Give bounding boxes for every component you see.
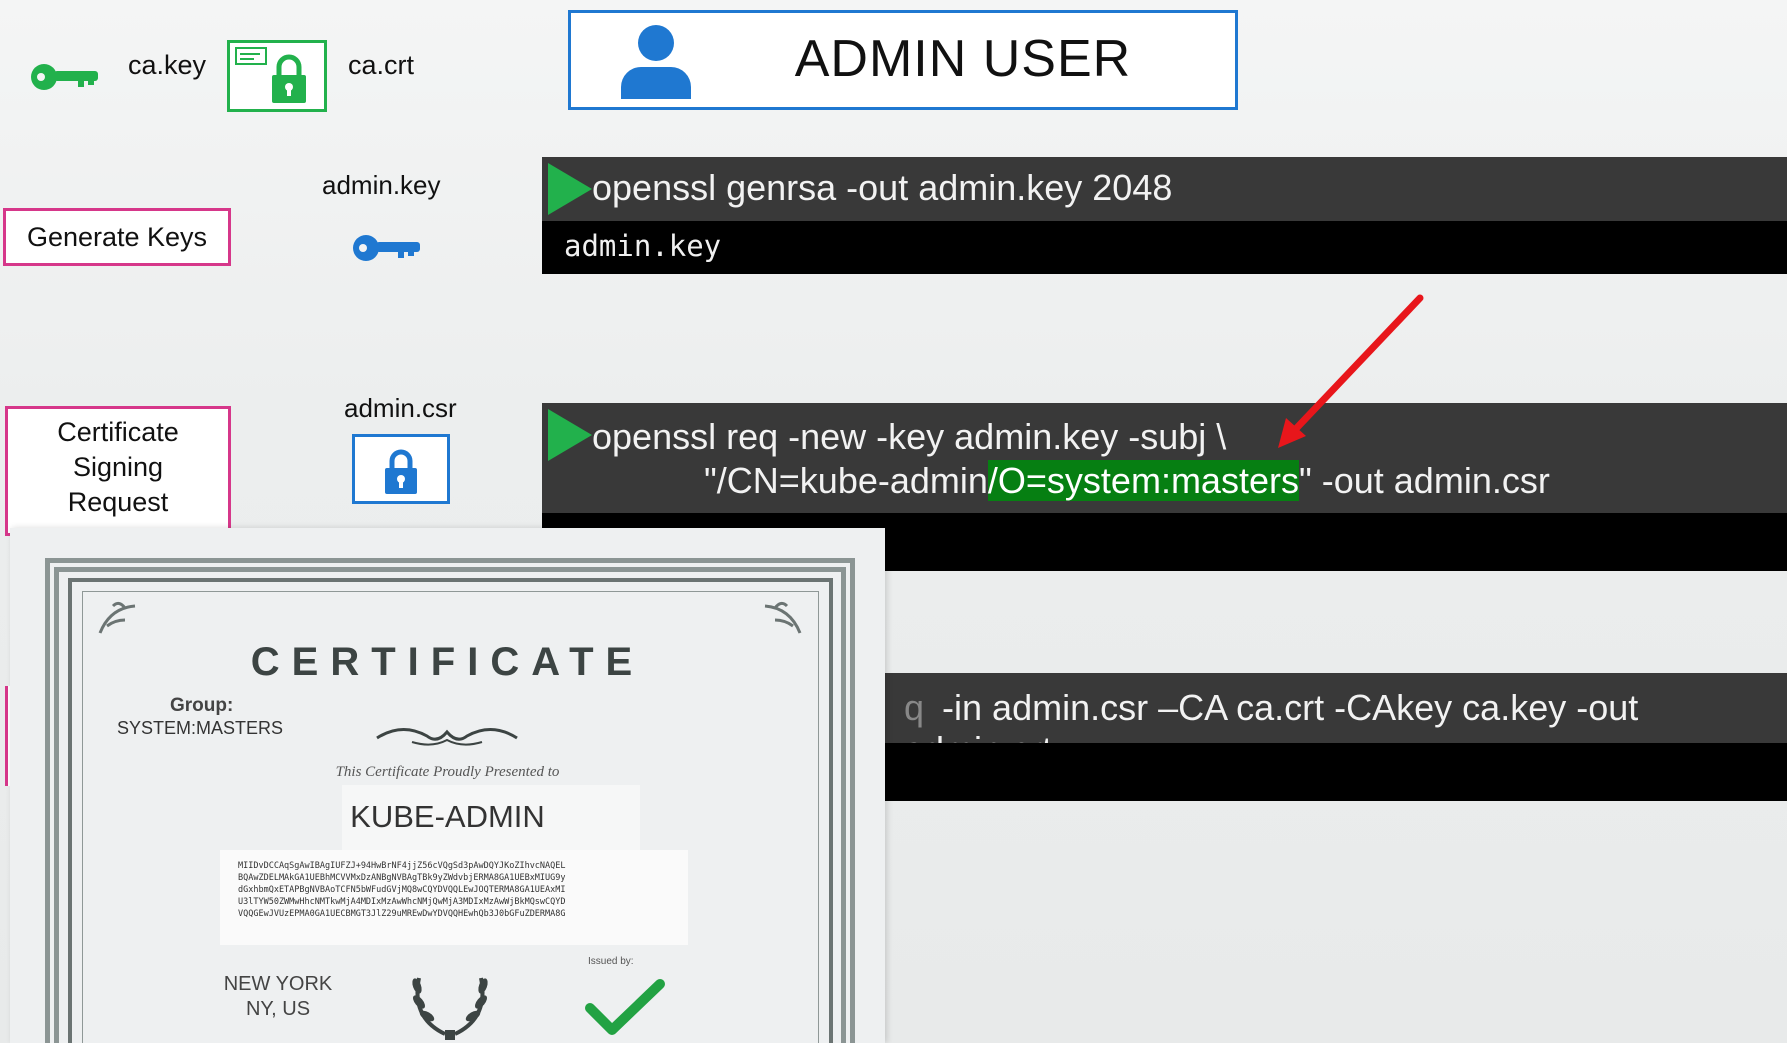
certificate-signing-request-label: Certificate Signing Request: [5, 406, 231, 536]
terminal2-command-bar: openssl req -new -key admin.key -subj \ …: [542, 403, 1787, 513]
ornament-icon: [764, 601, 802, 634]
certificate-title: CERTIFICATE: [250, 640, 645, 684]
admin-user-header: ADMIN USER: [568, 10, 1238, 110]
certificate-code-line: VQQGEwJVUzEPMA0GA1UECBMGT3JlZ29uMREwDwYD…: [238, 909, 566, 919]
terminal1-output: admin.key: [542, 221, 1787, 274]
terminal2-line2-prefix: "/CN=kube-admin: [704, 460, 988, 501]
terminal2-highlight: /O=system:masters: [987, 460, 1299, 501]
csr-label-line2: Signing: [72, 452, 164, 482]
play-icon: [548, 163, 592, 215]
certificate-group-label: Group:: [170, 695, 234, 716]
certificate-presented-text: This Certificate Proudly Presented to: [335, 764, 560, 780]
ornament-icon: [98, 601, 136, 634]
key-icon: [353, 235, 420, 261]
certificate-code-line: U3lTYW50ZWMwHhcNMTkwMjA4MDIxMzAwWhcNMjQw…: [238, 897, 566, 907]
admin-csr-label: admin.csr: [344, 393, 457, 423]
certificate-location-line2: NY, US: [245, 998, 311, 1020]
ca-crt-label: ca.crt: [348, 50, 415, 80]
certificate-code-line: BQAwZDELMAkGA1UEBhMCVVMxDzANBgNVBAgTBk9y…: [238, 873, 566, 883]
terminal3-output: [880, 743, 1787, 801]
ca-key-label: ca.key: [128, 50, 207, 80]
admin-user-title: ADMIN USER: [794, 30, 1132, 88]
lock-icon: [352, 434, 450, 504]
certificate-issued-by: Issued by:: [588, 956, 634, 967]
certificate-code-block: MIIDvDCCAqSgAwIBAgIUFZJ+94HwBrNF4jjZ56cV…: [220, 850, 688, 945]
admin-key-label: admin.key: [322, 170, 441, 200]
generate-keys-label: Generate Keys: [3, 208, 231, 266]
ca-key-icon: [31, 64, 98, 90]
certificate-image: CERTIFICATE Group: SYSTEM:MASTERS This C…: [10, 528, 885, 1043]
play-icon: [548, 409, 592, 461]
terminal3-partial-glyph: q: [904, 687, 925, 728]
terminal2-line2: "/CN=kube-admin/O=system:masters" -out a…: [592, 459, 1787, 503]
csr-label-line1: Certificate: [57, 417, 179, 447]
terminal1-command-bar: openssl genrsa -out admin.key 2048: [542, 157, 1787, 221]
certificate-recipient-name: KUBE-ADMIN: [350, 799, 545, 834]
flourish-icon: [376, 728, 518, 746]
terminal1-command: openssl genrsa -out admin.key 2048: [592, 167, 1173, 208]
laurel-icon: [412, 977, 488, 1040]
certificate-code-line: MIIDvDCCAqSgAwIBAgIUFZJ+94HwBrNF4jjZ56cV…: [238, 861, 566, 871]
terminal3-command-bar: q -in admin.csr –CA ca.crt -CAkey ca.key…: [880, 673, 1787, 770]
certificate-location-line1: NEW YORK: [223, 973, 333, 995]
certificate-code-line: dGxhbmQxETAPBgNVBAoTCFN5bWFudGVjMQ8wCQYD…: [238, 885, 566, 895]
csr-label-line3: Request: [67, 487, 169, 517]
certificate-lock-icon: [227, 40, 327, 112]
terminal2-line2-suffix: " -out admin.csr: [1298, 460, 1550, 501]
certificate-group-value: SYSTEM:MASTERS: [117, 718, 284, 738]
checkmark-icon: [585, 979, 665, 1035]
certificate-location: NEW YORK NY, US: [208, 972, 348, 1022]
terminal2-line1: openssl req -new -key admin.key -subj \: [592, 416, 1227, 457]
